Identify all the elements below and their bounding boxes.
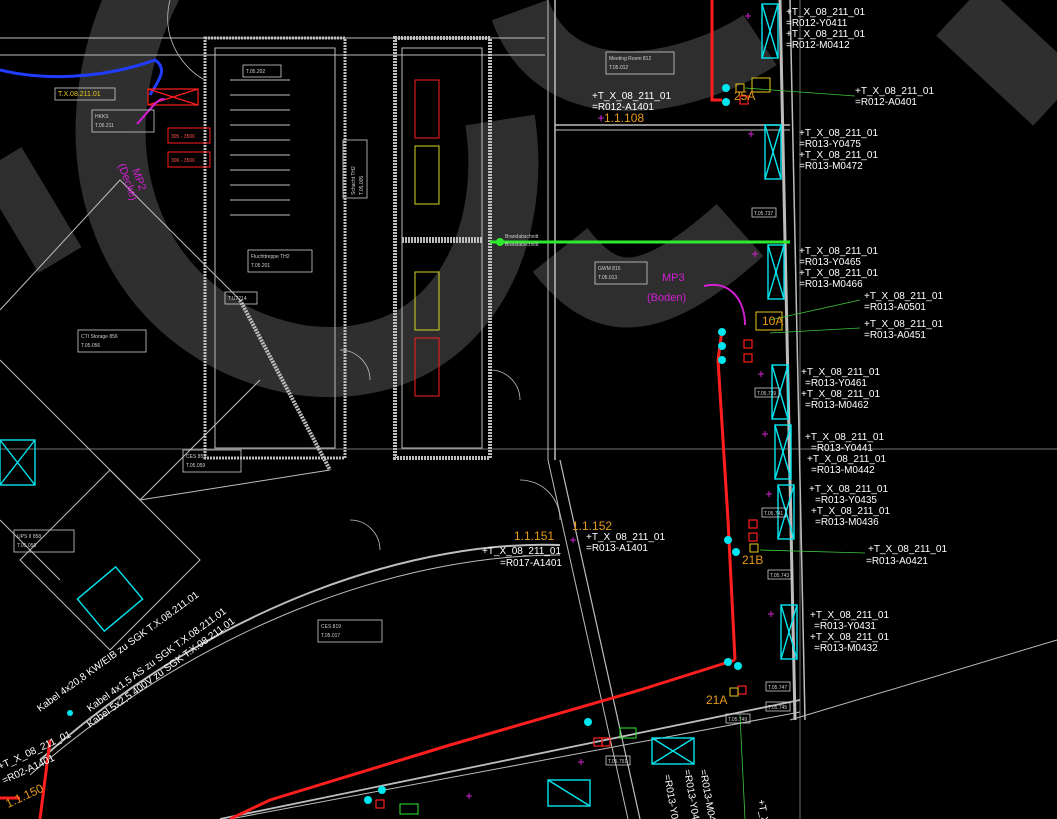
fire-note-2: Brandabschnitt [505,242,539,248]
device-label: +T_X_08_211_01 [855,86,934,97]
device-label: =R012-M0412 [786,40,850,51]
room-code: T.05.056 [81,343,100,349]
zone-code: T.05.749 [728,717,747,723]
device-label: +T_X_08_211_01 [592,91,671,102]
room-label: T.X.08.211.01 [58,91,101,98]
zone-code: T.05.741 [764,511,783,517]
device-label: +T_X_08_211_01 [868,544,947,555]
room-code: T.U2214 [228,296,247,302]
zone-code: T.05.739 [757,391,776,397]
room-code: T.05.211 [95,123,114,129]
room-code: T.05.202 [246,69,265,75]
fire-note-1: Brandabschnitt [505,234,539,240]
device-label: =R013-Y0475 [799,139,861,150]
device-label: +T_X_08_211_01 [809,484,888,495]
device-label: =R013-M0432 [814,643,878,654]
room-label: HKKS [95,114,109,120]
address-label: 1.1.108 [604,111,644,125]
device-label: +T_X_08_211_01 [799,128,878,139]
zone-code: T.05.751 [608,759,627,765]
device-label: =R013-M0436 [815,517,879,528]
room-label: UPS II 858 [17,534,41,540]
cable-junctions [67,84,742,804]
room-code: T.05.201 [251,263,270,269]
zone-25a: 25A [734,89,755,103]
device-label: +T_X_08_211_01 [801,367,880,378]
device-label: =R013-M0442 [811,465,875,476]
mp3-label: MP3 [662,272,685,284]
room-code: T.05.059 [186,463,205,469]
device-label: +T_X_08_211_01 [864,291,943,302]
cable-annotations: Kabel 4x20,8 KW/EIB zu SGK T.X.08.211.01… [35,589,237,730]
device-label: +T_X_08_211_01 [799,246,878,257]
address-label: 1.1.151 [514,529,554,543]
room-code: T.05.012 [609,65,628,71]
device-label: +T_X_08_211_01 [807,454,886,465]
room-label: Schacht TH2 [351,166,357,195]
device-label: +T_X_08_211_01 [482,546,561,557]
room-code: T.05.017 [321,633,340,639]
device-label: =R013-M0466 [799,279,863,290]
zone-code: T.05.737 [754,211,773,217]
cad-floor-plan-canvas[interactable]: Brandabschnitt Brandabschnitt T.X.08.211… [0,0,1057,819]
room-label: Fluchttreppe TH2 [251,254,290,260]
device-label: +T_X_08_211_01 [786,7,865,18]
device-label: =R013-A0421 [866,556,928,567]
device-label: +T_X_08_211_01 [810,610,889,621]
bottom-code: +T_X [755,799,770,819]
red-tag: 305 - 3506 [171,134,195,140]
address-label: 1.1.150 [3,781,45,811]
device-label: =R017-A1401 [500,558,562,569]
device-label: +T_X_08_211_01 [799,150,878,161]
bottom-codes: =R013-Y0421 =R013-Y0422 =R013-M0428 +T_X [661,769,770,819]
device-label: =R013-Y0461 [805,378,867,389]
address-label: 1.1.152 [572,519,612,533]
red-tag: 306 - 3506 [171,158,195,164]
device-label: +T_X_08_211_01 [864,319,943,330]
zone-10a: 10A [762,314,783,328]
room-code: T.05.058 [17,543,36,549]
zone-21a: 21A [706,693,727,707]
device-label: =R013-M0472 [799,161,863,172]
device-label: +T_X_08_211_01 [586,532,665,543]
bottom-code: =R013-Y0421 [661,774,683,819]
device-label: =R013-Y0435 [815,495,877,506]
zone-code: T.05.747 [768,685,787,691]
cable-text: Kabel 5x2,5 400V zu SGK T.X.08.211.01 [85,616,237,731]
device-label: =R013-M0462 [805,400,869,411]
zone-code: T.05.745 [768,705,787,711]
mp3-sub: (Boden) [647,292,686,304]
device-label: =R012-A0401 [855,97,917,108]
room-label: CES 859 [186,454,206,460]
device-label: +T_X_08_211_01 [799,268,878,279]
zone-21b: 21B [742,553,763,567]
room-label: Meeting Room 812 [609,56,651,62]
device-label: +T_X_08_211_01 [810,632,889,643]
device-label: =R013-A1401 [586,543,648,554]
room-code: T.05.013 [598,275,617,281]
device-label: =R013-Y0465 [799,257,861,268]
device-label: +T_X_08_211_01 [786,29,865,40]
room-label: CTI Storage 856 [81,334,118,340]
device-label: +T_X_08_211_01 [811,506,890,517]
device-label: =R013-Y0431 [814,621,876,632]
device-label: =R013-A0501 [864,302,926,313]
device-label: +T_X_08_211_01 [801,389,880,400]
device-label: =R013-A0451 [864,330,926,341]
room-label: GWM 815 [598,266,621,272]
room-code: T.05.005 [359,176,365,195]
device-label: +T_X_08_211_01 [805,432,884,443]
device-label: =R013-Y0441 [811,443,873,454]
zone-code: T.05.743 [770,573,789,579]
device-label: =R012-Y0411 [786,18,848,29]
room-label: CES 819 [321,624,341,630]
